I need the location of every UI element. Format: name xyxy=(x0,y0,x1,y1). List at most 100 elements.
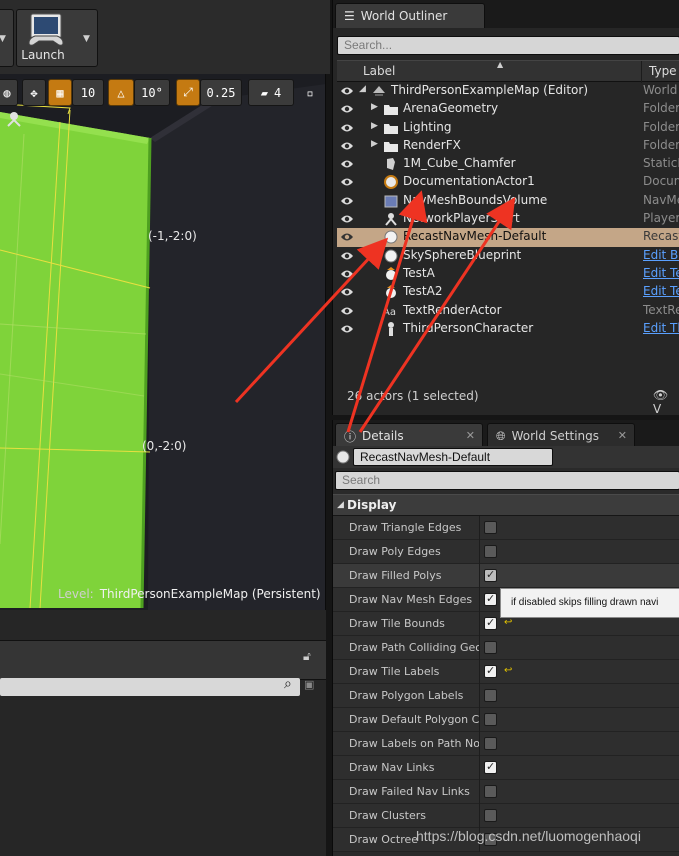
property-checkbox[interactable]: ✓ xyxy=(484,760,497,774)
folder-icon xyxy=(383,120,399,136)
expanded-arrow-icon[interactable]: ◢ xyxy=(359,84,366,94)
content-panel: 🔓︎ ⌕ ▣ xyxy=(0,610,326,856)
launch-label: Launch xyxy=(21,48,65,62)
outliner-row-type: TextRe xyxy=(643,302,679,317)
transform-gizmo-button[interactable]: ✥ xyxy=(22,79,46,106)
outliner-row[interactable]: ◢ ThirdPersonExampleMap (Editor) World xyxy=(337,82,679,100)
collapsed-arrow-icon[interactable]: ▶ xyxy=(371,139,378,149)
outliner-search-input[interactable]: Search... xyxy=(337,36,679,55)
property-checkbox[interactable] xyxy=(484,689,497,702)
column-type[interactable]: Type xyxy=(649,64,677,78)
search-icon[interactable]: ⌕ xyxy=(284,676,292,692)
snap-grid-toggle[interactable]: ▦ xyxy=(48,79,72,106)
snap-scale-value[interactable]: 0.25 xyxy=(200,79,242,106)
folder-icon xyxy=(383,101,399,117)
outliner-row[interactable]: ▶ RenderFX Folder xyxy=(337,137,679,155)
section-display[interactable]: ◢ Display xyxy=(333,494,679,516)
collapse-icon: ◢ xyxy=(337,500,344,510)
volume-icon xyxy=(383,193,399,209)
tab-details[interactable]: ⓘ Details ✕ xyxy=(335,423,483,448)
visibility-eye-icon[interactable] xyxy=(340,213,354,225)
outliner-row[interactable]: RecastNavMesh-Default Recast xyxy=(337,228,679,247)
visibility-eye-icon[interactable] xyxy=(340,250,354,262)
visibility-eye-icon[interactable] xyxy=(340,268,354,280)
snap-grid-value[interactable]: 10 xyxy=(72,79,104,106)
property-checkbox[interactable] xyxy=(484,713,497,726)
visibility-eye-icon[interactable] xyxy=(340,323,354,335)
property-checkbox[interactable]: ✓ xyxy=(484,664,497,678)
outliner-row-label: SkySphereBlueprint xyxy=(403,247,522,262)
outliner-row[interactable]: ▶ ArenaGeometry Folder xyxy=(337,100,679,118)
outliner-row[interactable]: DocumentationActor1 Docum xyxy=(337,173,679,191)
outliner-row[interactable]: TestA2 Edit Te xyxy=(337,283,679,301)
maximize-viewport-button[interactable]: ▫ xyxy=(300,79,320,106)
outliner-row-type[interactable]: Edit Te xyxy=(643,266,679,280)
tab-world-settings[interactable]: 🌐︎ World Settings ✕ xyxy=(487,423,635,448)
checkmark-icon: ✓ xyxy=(486,664,496,677)
reset-to-default-icon[interactable]: ↩ xyxy=(504,617,512,628)
visibility-eye-icon[interactable] xyxy=(340,85,354,97)
snap-scale-toggle[interactable]: ⤢ xyxy=(176,79,200,106)
property-checkbox[interactable] xyxy=(484,545,497,558)
launch-button[interactable]: Launch ▼ xyxy=(16,9,98,67)
content-search-input[interactable] xyxy=(0,678,300,696)
outliner-row-type[interactable]: Edit Th xyxy=(643,321,679,335)
column-label[interactable]: Label xyxy=(363,64,395,78)
visibility-eye-icon[interactable] xyxy=(340,286,354,298)
visibility-eye-icon[interactable] xyxy=(340,176,354,188)
property-checkbox[interactable] xyxy=(484,785,497,798)
tab-world-outliner[interactable]: ☰ World Outliner xyxy=(335,3,485,28)
viewport-scene xyxy=(0,74,325,610)
static-mesh-icon xyxy=(383,156,399,172)
documentation-icon xyxy=(383,174,399,190)
outliner-row-type[interactable]: Edit Te xyxy=(643,284,679,298)
outliner-row-label: RenderFX xyxy=(403,137,461,152)
save-icon[interactable]: ▣ xyxy=(304,678,314,691)
property-row: Draw Path Colliding Geom xyxy=(333,636,679,660)
camera-speed-button[interactable]: ▰ 4 xyxy=(248,79,294,106)
close-icon[interactable]: ✕ xyxy=(466,429,475,442)
outliner-row-type[interactable]: Edit BP xyxy=(643,248,679,262)
visibility-eye-icon[interactable] xyxy=(340,305,354,317)
property-checkbox[interactable]: ✓ xyxy=(484,616,497,630)
level-viewport[interactable]: ◍ ✥ ▦ 10 △ 10° ⤢ 0.25 ▰ 4 ▫ (-1,-2:0) (0… xyxy=(0,74,326,610)
snap-rotation-value[interactable]: 10° xyxy=(134,79,170,106)
toolbar-dropdown-left[interactable]: ▼ xyxy=(0,9,14,67)
collapsed-arrow-icon[interactable]: ▶ xyxy=(371,102,378,112)
outliner-row[interactable]: 1M_Cube_Chamfer StaticM xyxy=(337,155,679,173)
property-checkbox[interactable] xyxy=(484,737,497,750)
display-properties: Draw Triangle Edges Draw Poly Edges Draw F… xyxy=(333,516,679,852)
lock-icon[interactable]: 🔓︎ xyxy=(303,649,311,664)
property-checkbox[interactable]: ✓ xyxy=(484,592,497,606)
visibility-eye-icon[interactable] xyxy=(340,122,354,134)
view-options-button[interactable]: 👁︎ V xyxy=(653,388,679,416)
property-checkbox[interactable] xyxy=(484,521,497,534)
visibility-eye-icon[interactable] xyxy=(340,231,354,243)
outliner-row[interactable]: NetworkPlayerStart PlayerS xyxy=(337,210,679,228)
property-checkbox[interactable] xyxy=(484,641,497,654)
outliner-row[interactable]: NavMeshBoundsVolume NavMe xyxy=(337,192,679,210)
outliner-row[interactable]: ThirdPersonCharacter Edit Th xyxy=(337,320,679,338)
outliner-row[interactable]: TestA Edit Te xyxy=(337,265,679,283)
outliner-row[interactable]: SkySphereBlueprint Edit BP xyxy=(337,247,679,265)
grid-icon: ▦ xyxy=(56,85,64,100)
outliner-row-label: TestA2 xyxy=(403,284,443,299)
viewport-options-button[interactable]: ◍ xyxy=(0,79,18,106)
visibility-eye-icon[interactable] xyxy=(340,140,354,152)
reset-to-default-icon[interactable]: ↩ xyxy=(504,665,512,676)
actor-name-field[interactable]: RecastNavMesh-Default xyxy=(353,448,553,466)
visibility-eye-icon[interactable] xyxy=(340,195,354,207)
snap-rotation-toggle[interactable]: △ xyxy=(108,79,134,106)
property-row: Draw Tile Labels ✓ ↩ xyxy=(333,660,679,684)
property-checkbox[interactable] xyxy=(484,809,497,822)
launch-options-icon[interactable]: ▼ xyxy=(83,34,90,44)
visibility-eye-icon[interactable] xyxy=(340,103,354,115)
visibility-eye-icon[interactable] xyxy=(340,158,354,170)
collapsed-arrow-icon[interactable]: ▶ xyxy=(371,121,378,131)
main-toolbar: ▼ Launch ▼ xyxy=(0,0,330,74)
outliner-row[interactable]: ▶ Lighting Folder xyxy=(337,119,679,137)
outliner-row[interactable]: Aa TextRenderActor TextRe xyxy=(337,302,679,320)
close-icon[interactable]: ✕ xyxy=(618,429,627,442)
details-search-input[interactable]: Search xyxy=(335,471,679,490)
property-checkbox[interactable]: ✓ xyxy=(484,568,497,582)
